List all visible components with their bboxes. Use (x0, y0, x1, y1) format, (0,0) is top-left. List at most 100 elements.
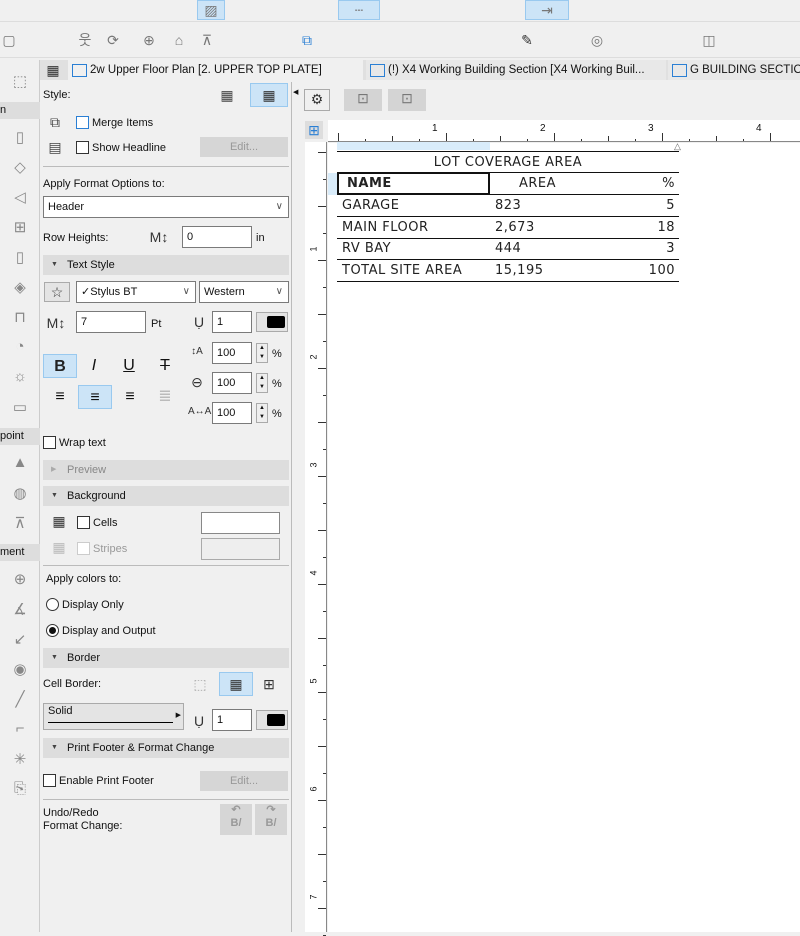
background-section[interactable]: Background (43, 486, 289, 506)
toolbox-section-document[interactable]: ment (0, 544, 40, 561)
print-footer-edit-button[interactable]: Edit... (200, 771, 288, 791)
shell-icon[interactable]: ◔ (0, 338, 40, 355)
border-none-icon[interactable]: ⬚ (191, 675, 209, 693)
schedule-header-row[interactable]: NAME AREA % (337, 172, 679, 195)
tab-upper-floor-plan[interactable]: 2w Upper Floor Plan [2. UPPER TOP PLATE] (68, 60, 363, 80)
width-factor-input[interactable]: 100 (212, 372, 252, 394)
fit-selection-icon[interactable]: ⊡ (388, 89, 426, 111)
name-cell[interactable]: GARAGE (342, 195, 399, 217)
settings-gear-icon[interactable]: ⚙ (304, 89, 330, 111)
line-tool-icon[interactable]: ┄ (338, 0, 380, 20)
name-cell[interactable]: MAIN FLOOR (342, 217, 429, 239)
snapshot-icon[interactable]: ◎ (588, 31, 606, 49)
header-percent[interactable]: % (662, 173, 675, 195)
preview-section[interactable]: Preview (43, 460, 289, 480)
mesh-icon[interactable]: ◈ (0, 278, 40, 296)
row-heights-input[interactable]: 0 (182, 226, 252, 248)
text-pen-input[interactable]: 1 (212, 311, 252, 333)
area-cell[interactable]: 15,195 (495, 260, 544, 282)
show-headline-checkbox[interactable] (76, 141, 89, 154)
move-tool-icon[interactable]: ⇥ (525, 0, 569, 20)
line-icon[interactable]: ╱ (0, 690, 40, 708)
line-spacing-stepper[interactable]: ▲ ▼ (256, 343, 268, 363)
area-cell[interactable]: 2,673 (495, 217, 535, 239)
char-spacing-stepper[interactable]: ▲ ▼ (256, 403, 268, 423)
elevation-icon[interactable]: ▲ (0, 454, 40, 471)
brush-icon[interactable]: ✎ (518, 31, 536, 49)
width-factor-stepper[interactable]: ▲ ▼ (256, 373, 268, 393)
underline-button[interactable]: U (112, 354, 146, 378)
toolbox-section-viewpoint[interactable]: point (0, 428, 40, 445)
merge-items-checkbox[interactable] (76, 116, 89, 129)
house-icon[interactable]: ⌂ (170, 31, 188, 49)
cells-checkbox[interactable] (77, 516, 90, 529)
fill-icon[interactable]: ◉ (0, 660, 40, 678)
border-color-swatch[interactable] (256, 710, 288, 730)
table-row[interactable]: TOTAL SITE AREA 15,195 100 (337, 260, 679, 282)
tab-overview-icon[interactable]: ▦ (44, 61, 62, 79)
bold-button[interactable]: B (43, 354, 77, 378)
panel-splitter[interactable]: ◀ (291, 82, 300, 932)
arc-icon[interactable]: ⌐ (0, 720, 40, 737)
redo-format-button[interactable]: ↷ B/ (255, 804, 287, 835)
camera-icon[interactable]: ⊼ (0, 514, 40, 532)
border-inner-icon[interactable]: ▦ (219, 672, 253, 696)
column-icon[interactable]: ▯ (0, 128, 40, 146)
enable-print-footer-checkbox[interactable] (43, 774, 56, 787)
wrap-text-checkbox[interactable] (43, 436, 56, 449)
line-spacing-input[interactable]: 100 (212, 342, 252, 364)
style-grid-icon[interactable]: ▦ (250, 83, 288, 107)
layers-icon[interactable]: ⧉ (298, 31, 316, 49)
interior-elevation-icon[interactable]: ◍ (0, 484, 40, 502)
text-style-section[interactable]: Text Style (43, 255, 289, 275)
zone-icon[interactable]: ⊓ (0, 308, 40, 326)
border-section[interactable]: Border (43, 648, 289, 668)
favorites-star-icon[interactable]: ☆ (44, 282, 70, 302)
header-area[interactable]: AREA (519, 173, 556, 195)
dimension-icon[interactable]: ⊕ (0, 570, 40, 588)
area-cell[interactable]: 444 (495, 238, 521, 260)
align-center-button[interactable]: ≡ (78, 385, 112, 409)
angle-dimension-icon[interactable]: ∡ (0, 600, 40, 618)
headline-edit-button[interactable]: Edit... (200, 137, 288, 157)
font-size-input[interactable]: 7 (76, 311, 146, 333)
marquee-icon[interactable]: ⬚ (0, 72, 40, 90)
text-color-swatch[interactable] (256, 312, 288, 332)
name-cell[interactable]: TOTAL SITE AREA (342, 260, 462, 282)
fit-window-icon[interactable]: ⊡ (344, 89, 382, 111)
3d-box-icon[interactable]: ▢ (0, 31, 18, 49)
door-icon[interactable]: ▯ (0, 248, 40, 266)
stripes-checkbox[interactable] (77, 542, 90, 555)
percent-cell[interactable]: 18 (657, 217, 675, 239)
camera-icon[interactable]: ⊼ (198, 31, 216, 49)
percent-cell[interactable]: 3 (666, 238, 675, 260)
label-icon[interactable]: ↙ (0, 630, 40, 648)
railing-icon[interactable]: ⊞ (0, 218, 40, 236)
column-marker-icon[interactable]: △ (674, 141, 681, 152)
slab-icon[interactable]: ◇ (0, 158, 40, 176)
walk-icon[interactable]: 웃 (76, 31, 94, 49)
border-all-icon[interactable]: ⊞ (260, 675, 278, 693)
lamp-icon[interactable]: ☼ (0, 368, 40, 385)
cells-color-swatch[interactable] (201, 512, 280, 534)
table-row[interactable]: RV BAY 444 3 (337, 238, 679, 260)
toolbox-section-design[interactable]: n (0, 102, 40, 119)
table-row[interactable]: GARAGE 823 5 (337, 195, 679, 217)
table-insert-icon[interactable]: ⊞ (305, 121, 323, 139)
display-output-radio[interactable] (46, 624, 59, 637)
area-cell[interactable]: 823 (495, 195, 521, 217)
align-left-button[interactable]: ≡ (43, 385, 77, 409)
script-select[interactable]: Western (199, 281, 289, 303)
print-footer-section[interactable]: Print Footer & Format Change (43, 738, 289, 758)
stripes-color-swatch[interactable] (201, 538, 280, 560)
char-spacing-input[interactable]: 100 (212, 402, 252, 424)
border-pen-input[interactable]: 1 (212, 709, 252, 731)
drawing-icon[interactable]: ⎘ (0, 780, 40, 797)
apply-format-select[interactable]: Header (43, 196, 289, 218)
undo-format-button[interactable]: ↶ B/ (220, 804, 252, 835)
percent-cell[interactable]: 5 (666, 195, 675, 217)
style-grid-dark-icon[interactable]: ▦ (218, 86, 236, 104)
align-right-button[interactable]: ≡ (113, 385, 147, 409)
curtain-wall-icon[interactable]: ▭ (0, 398, 40, 416)
render-icon[interactable]: ◫ (700, 31, 718, 49)
